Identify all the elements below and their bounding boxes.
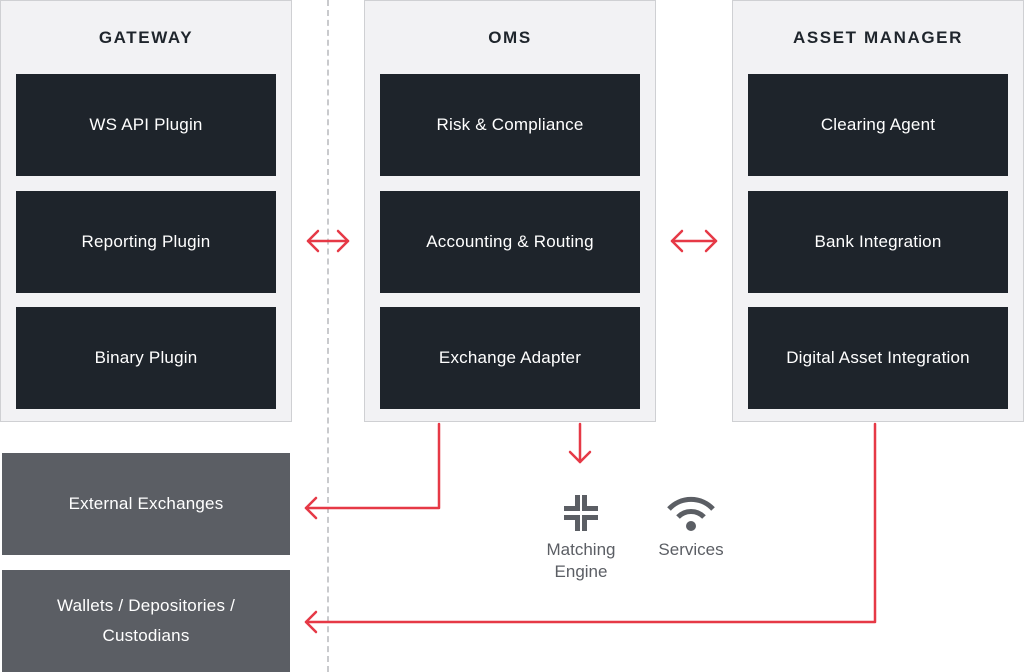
module-binary-plugin[interactable]: Binary Plugin [16, 307, 276, 409]
wallets-box[interactable]: Wallets / Depositories / Custodians [2, 570, 290, 672]
wallets-label-line2: Custodians [102, 626, 190, 645]
compress-arrows-icon [564, 495, 598, 531]
matching-engine-label-line2: Engine [554, 562, 608, 581]
module-exchange-adapter[interactable]: Exchange Adapter [380, 307, 640, 409]
matching-engine-label-line1: Matching [546, 540, 616, 559]
panel-title-oms: OMS [488, 28, 532, 47]
module-accounting-routing[interactable]: Accounting & Routing [380, 191, 640, 293]
module-bank-integration[interactable]: Bank Integration [748, 191, 1008, 293]
module-reporting-plugin[interactable]: Reporting Plugin [16, 191, 276, 293]
service-matching-engine[interactable]: Matching Engine [531, 493, 631, 583]
service-services[interactable]: Services [641, 493, 741, 561]
external-exchanges-box[interactable]: External Exchanges [2, 453, 290, 555]
arrow-oms-to-matching-engine [568, 422, 592, 464]
arrow-oms-to-external-exchanges [304, 422, 441, 520]
services-label: Services [658, 540, 724, 559]
module-digital-asset-integration[interactable]: Digital Asset Integration [748, 307, 1008, 409]
panel-title-gateway: GATEWAY [98, 28, 194, 47]
bidirectional-arrow-oms-asset-manager [670, 229, 718, 253]
boundary-divider [327, 0, 329, 672]
panel-oms: OMS Risk & Compliance Accounting & Routi… [364, 0, 656, 422]
panel-gateway: GATEWAY WS API Plugin Reporting Plugin B… [0, 0, 292, 422]
module-clearing-agent[interactable]: Clearing Agent [748, 74, 1008, 176]
wallets-label-line1: Wallets / Depositories / [56, 596, 235, 615]
panel-asset-manager: ASSET MANAGER Clearing Agent Bank Integr… [732, 0, 1024, 422]
wifi-icon [667, 496, 715, 531]
module-risk-compliance[interactable]: Risk & Compliance [380, 74, 640, 176]
panel-title-asset-manager: ASSET MANAGER [792, 28, 964, 47]
external-exchanges-label: External Exchanges [68, 494, 224, 513]
module-ws-api-plugin[interactable]: WS API Plugin [16, 74, 276, 176]
